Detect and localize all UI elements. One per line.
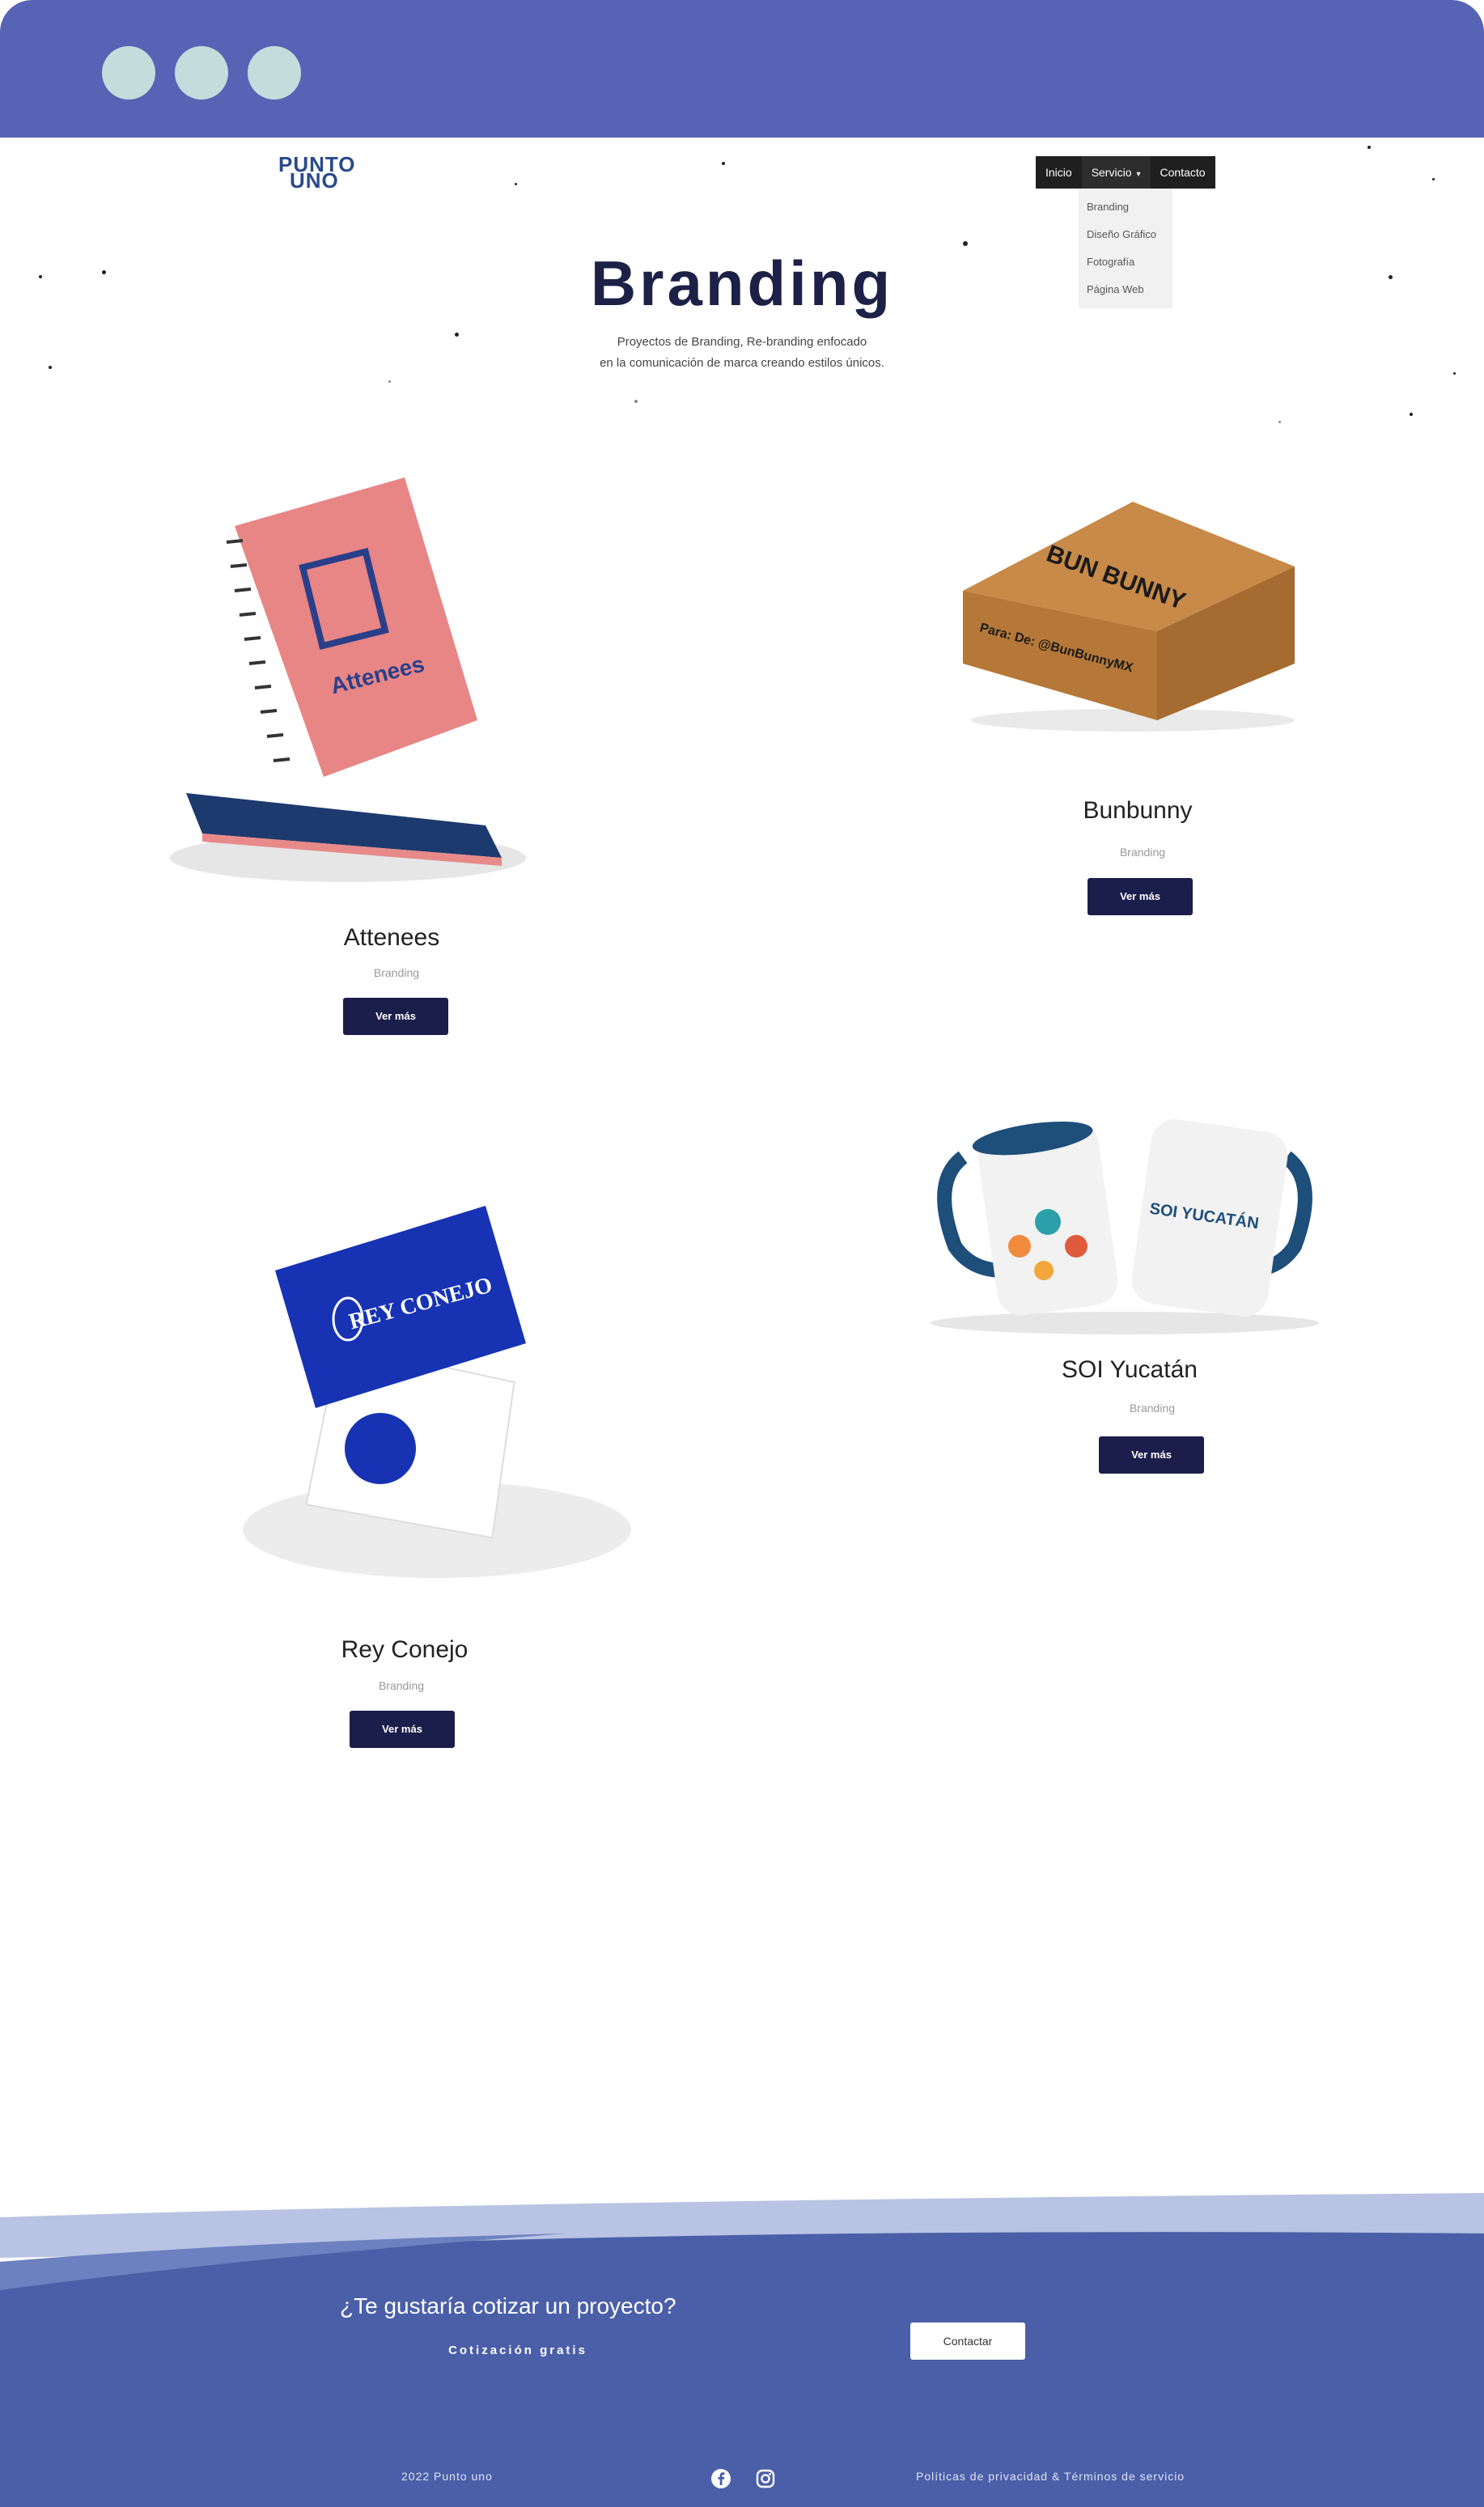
window-dot-1[interactable] <box>102 46 155 100</box>
footer-legal-links[interactable]: Políticas de privacidad & Términos de se… <box>916 2470 1185 2483</box>
chevron-down-icon: ▾ <box>1136 170 1141 179</box>
footer-background <box>0 2193 1484 2507</box>
ver-mas-button-bunbunny[interactable]: Ver más <box>1088 878 1193 915</box>
project-category-bunbunny: Branding <box>1119 846 1166 859</box>
project-title-rey-conejo: Rey Conejo <box>341 1636 469 1663</box>
ver-mas-button-attenees[interactable]: Ver más <box>343 998 448 1035</box>
bunbunny-image: BUN BUNNY Para: De: @BunBunnyMX <box>963 502 1295 732</box>
instagram-icon[interactable] <box>755 2468 776 2489</box>
project-title-soi-yucatan: SOI Yucatán <box>1062 1356 1198 1383</box>
page-subtitle: Proyectos de Branding, Re-branding enfoc… <box>0 332 1484 374</box>
soi-yucatan-image: SOI YUCATÁN <box>931 1119 1319 1334</box>
subtitle-line-1: Proyectos de Branding, Re-branding enfoc… <box>617 335 867 349</box>
ver-mas-button-soi-yucatan[interactable]: Ver más <box>1099 1436 1204 1474</box>
subtitle-line-2: en la comunicación de marca creando esti… <box>600 356 884 370</box>
page-title: Branding <box>590 248 894 319</box>
footer-copyright: 2022 Punto uno <box>401 2470 493 2483</box>
main-nav: Inicio Servicio ▾ Contacto <box>1036 156 1215 189</box>
project-title-attenees: Attenees <box>343 924 440 951</box>
rey-conejo-image: REY CONEJO <box>243 1206 631 1578</box>
project-category-soi-yucatan: Branding <box>1129 1402 1176 1415</box>
window-dot-2[interactable] <box>175 46 228 100</box>
nav-item-inicio[interactable]: Inicio <box>1036 156 1082 189</box>
dropdown-item-branding[interactable]: Branding <box>1079 193 1172 221</box>
cta-subtitle: Cotización gratis <box>448 2344 587 2357</box>
facebook-icon[interactable] <box>710 2468 731 2489</box>
project-category-attenees: Branding <box>373 966 420 979</box>
project-category-rey-conejo: Branding <box>378 1679 425 1692</box>
ver-mas-button-rey-conejo[interactable]: Ver más <box>350 1711 455 1748</box>
nav-item-servicio[interactable]: Servicio ▾ <box>1081 156 1151 189</box>
attenees-image: Attenees <box>170 477 526 882</box>
contactar-button[interactable]: Contactar <box>910 2322 1025 2360</box>
nav-item-contacto[interactable]: Contacto <box>1151 156 1215 189</box>
nav-item-servicio-label: Servicio <box>1091 166 1132 179</box>
project-title-bunbunny: Bunbunny <box>1083 797 1193 824</box>
cta-title: ¿Te gustaría cotizar un proyecto? <box>340 2293 676 2318</box>
window-dot-3[interactable] <box>248 46 301 100</box>
dropdown-item-diseno[interactable]: Diseño Gráfico <box>1079 221 1172 248</box>
logo[interactable]: PUNTO UNO <box>278 154 356 191</box>
